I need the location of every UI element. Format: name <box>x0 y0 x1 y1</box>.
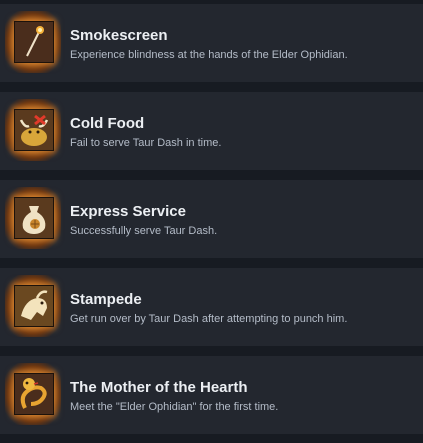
icon-glow <box>5 187 61 249</box>
achievement-row-mother-of-the-hearth[interactable]: The Mother of the Hearth Meet the "Elder… <box>0 356 423 434</box>
achievement-row-smokescreen[interactable]: Smokescreen Experience blindness at the … <box>0 4 423 82</box>
achievement-description: Meet the "Elder Ophidian" for the first … <box>70 401 279 413</box>
icon-glow <box>5 275 61 337</box>
achievement-title: Express Service <box>70 203 186 220</box>
achievement-list: Smokescreen Experience blindness at the … <box>0 0 423 443</box>
golden-serpent-icon <box>14 373 54 415</box>
achievement-title: Stampede <box>70 291 142 308</box>
icon-glow <box>5 363 61 425</box>
minotaur-plate-icon <box>14 109 54 151</box>
achievement-title: Smokescreen <box>70 27 168 44</box>
achievement-description: Get run over by Taur Dash after attempti… <box>70 313 348 325</box>
food-sack-icon <box>14 197 54 239</box>
smoke-torch-icon <box>14 21 54 63</box>
achievement-description: Fail to serve Taur Dash in time. <box>70 137 222 149</box>
icon-glow <box>5 99 61 161</box>
achievement-row-cold-food[interactable]: Cold Food Fail to serve Taur Dash in tim… <box>0 92 423 170</box>
charging-minotaur-icon <box>14 285 54 327</box>
achievement-title: Cold Food <box>70 115 145 132</box>
icon-glow <box>5 11 61 73</box>
achievement-row-express-service[interactable]: Express Service Successfully serve Taur … <box>0 180 423 258</box>
achievement-description: Experience blindness at the hands of the… <box>70 49 348 61</box>
achievement-row-stampede[interactable]: Stampede Get run over by Taur Dash after… <box>0 268 423 346</box>
achievement-description: Successfully serve Taur Dash. <box>70 225 218 237</box>
achievement-title: The Mother of the Hearth <box>70 379 248 396</box>
